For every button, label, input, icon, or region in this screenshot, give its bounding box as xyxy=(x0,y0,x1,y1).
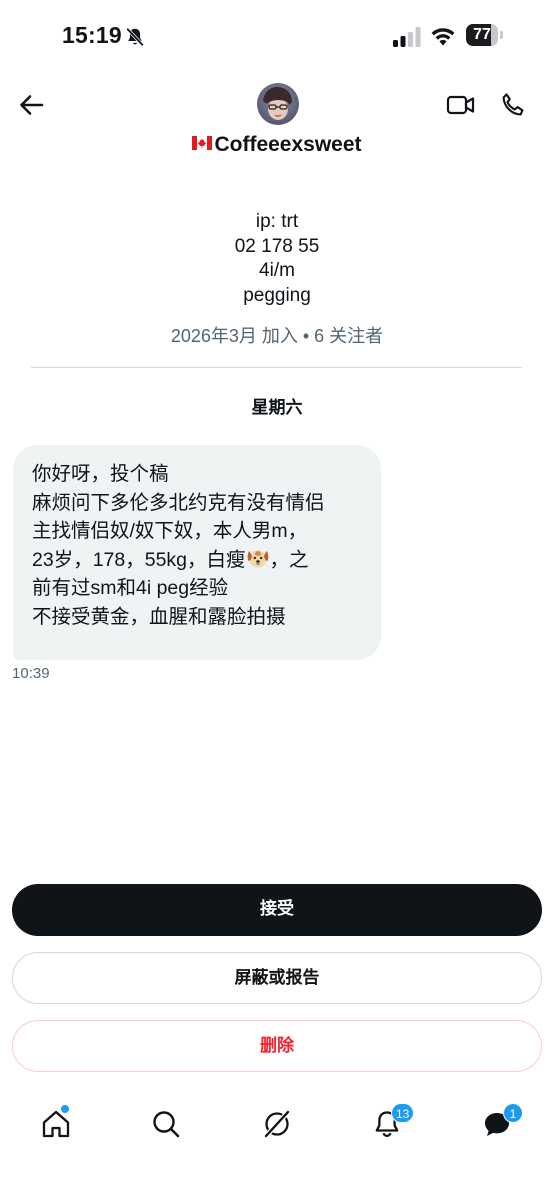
battery-percentage: 77 xyxy=(473,26,491,43)
wifi-icon xyxy=(431,28,455,46)
battery-indicator: 77 xyxy=(466,24,506,48)
block-or-report-button[interactable]: 屏蔽或报告 xyxy=(12,952,542,1004)
message-line: 不接受黄金，血腥和露脸拍摄 xyxy=(32,605,286,628)
divider xyxy=(31,367,522,368)
bio-line: pegging xyxy=(243,284,311,306)
message-line-part: ，之 xyxy=(269,548,309,571)
avatar[interactable] xyxy=(257,83,299,125)
message-text: 你好呀，投个稿 麻烦问下多伦多北约克有没有情侣 主找情侣奴/奴下奴，本人男m， … xyxy=(32,460,325,631)
notifications-badge: 13 xyxy=(391,1103,415,1123)
message-timestamp: 10:39 xyxy=(12,665,50,682)
search-icon[interactable] xyxy=(150,1108,182,1140)
back-arrow-icon[interactable] xyxy=(18,92,44,118)
message-line: 主找情侣奴/奴下奴，本人男m， xyxy=(32,520,308,542)
phone-call-icon[interactable] xyxy=(499,91,527,119)
message-line: 前有过sm和4i peg经验 xyxy=(32,577,229,599)
day-separator: 星期六 xyxy=(251,398,303,417)
home-icon[interactable] xyxy=(40,1108,72,1140)
bio-line: ip: trt xyxy=(255,211,299,232)
message-line: 23岁，178，55kg，白瘦 ，之 xyxy=(32,546,325,575)
canada-flag-icon xyxy=(192,136,213,151)
home-unread-dot xyxy=(61,1105,69,1113)
message-line: 你好呀，投个稿 xyxy=(32,463,169,485)
message-line-part: 23岁，178，55kg，白瘦 xyxy=(32,548,246,571)
bio-line: 02 178 55 xyxy=(234,235,320,257)
status-time: 15:19 xyxy=(62,22,122,48)
dog-face-emoji-icon xyxy=(247,550,268,568)
message-line: 麻烦问下多伦多北约克有没有情侣 xyxy=(32,491,325,514)
messages-badge: 1 xyxy=(503,1103,523,1123)
bell-muted-icon xyxy=(126,27,144,47)
grok-icon[interactable] xyxy=(261,1108,293,1140)
profile-meta: 2026年3月 加入 • 6 关注者 xyxy=(170,326,384,346)
delete-button[interactable]: 删除 xyxy=(12,1020,542,1072)
display-name: Coffeeexsweet xyxy=(214,133,362,156)
bio-line: 4i/m xyxy=(259,260,295,281)
video-call-icon[interactable] xyxy=(446,91,476,119)
accept-button[interactable]: 接受 xyxy=(12,884,542,936)
profile-bio: ip: trt 02 178 55 4i/m pegging xyxy=(0,210,554,308)
cellular-signal-icon xyxy=(393,27,421,47)
profile-name[interactable]: Coffeeexsweet xyxy=(0,133,554,157)
